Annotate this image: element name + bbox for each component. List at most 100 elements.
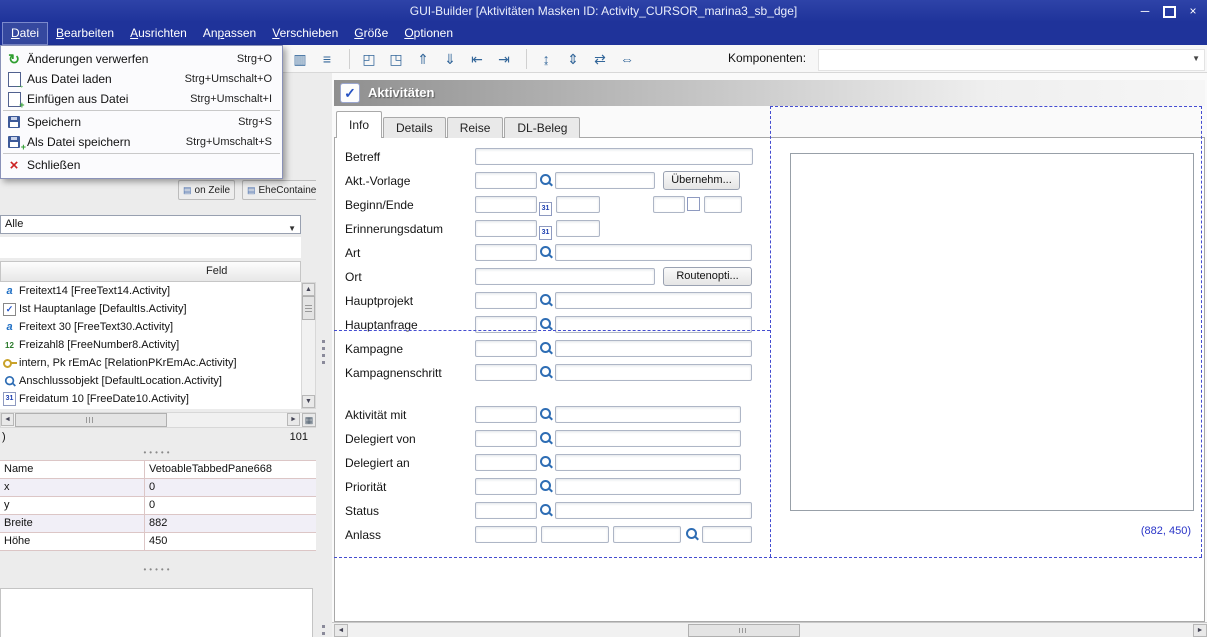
list-item[interactable]: intern, Pk rEmAc [RelationPKrEmAc.Activi… [0,354,301,372]
grid-toggle-button[interactable] [302,413,316,427]
hauptprojekt-code-input[interactable] [475,292,537,309]
minimize-button[interactable]: ─ [1135,2,1155,20]
columns-icon[interactable]: ▥ [288,48,312,70]
aktivitaet-mit-text-input[interactable] [555,406,741,423]
anlass-input-3[interactable] [613,526,681,543]
snap-top-left-icon[interactable]: ◰ [357,48,381,70]
splitter-handle[interactable]: ••••• [0,565,316,574]
kampagne-text-input[interactable] [555,340,752,357]
kampagne-code-input[interactable] [475,340,537,357]
anlass-code-input[interactable] [475,526,537,543]
delegiert-von-code-input[interactable] [475,430,537,447]
komponenten-combobox[interactable] [818,49,1205,71]
hauptprojekt-lookup-button[interactable] [539,293,554,309]
status-text-input[interactable] [555,502,752,519]
akt-vorlage-lookup-button[interactable] [539,173,554,189]
resize-height-icon[interactable]: ↨ [534,48,558,70]
ende-time-input[interactable] [704,196,742,213]
move-up-icon[interactable]: ⇑ [411,48,435,70]
uebernehmen-button[interactable]: Übernehm... [663,171,740,190]
equal-height-icon[interactable]: ⇕ [561,48,585,70]
aktivitaet-mit-code-input[interactable] [475,406,537,423]
field-filter-combobox[interactable]: Alle [0,215,301,234]
property-value[interactable]: 0 [145,497,316,514]
field-search-input[interactable] [0,237,301,258]
menu-item-aenderungen-verwerfen[interactable]: Änderungen verwerfen Strg+O [1,49,282,69]
erinnerung-time-input[interactable] [556,220,600,237]
kampagne-lookup-button[interactable] [539,341,554,357]
list-item[interactable]: 12Freizahl8 [FreeNumber8.Activity] [0,336,301,354]
delegiert-an-code-input[interactable] [475,454,537,471]
art-code-input[interactable] [475,244,537,261]
akt-vorlage-text-input[interactable] [555,172,655,189]
kampagnenschritt-code-input[interactable] [475,364,537,381]
delegiert-an-text-input[interactable] [555,454,741,471]
kampagnenschritt-text-input[interactable] [555,364,752,381]
maximize-button[interactable] [1159,2,1179,20]
menu-datei[interactable]: Datei [2,22,48,45]
menu-groesse[interactable]: Größe [346,22,396,45]
art-lookup-button[interactable] [539,245,554,261]
tab-reise[interactable]: Reise [447,117,504,138]
list-item[interactable]: aFreitext14 [FreeText14.Activity] [0,282,301,300]
list-item[interactable]: aFreitext 30 [FreeText30.Activity] [0,318,301,336]
prioritaet-lookup-button[interactable] [539,479,554,495]
beginn-time-input[interactable] [556,196,600,213]
beginn-date-input[interactable] [475,196,537,213]
erinnerung-date-input[interactable] [475,220,537,237]
menu-item-speichern[interactable]: Speichern Strg+S [1,112,282,132]
art-text-input[interactable] [555,244,752,261]
beginn-calendar-button[interactable]: 31 [539,197,554,212]
anlass-input-4[interactable] [702,526,752,543]
property-value[interactable]: 882 [145,515,316,532]
menu-item-als-datei-speichern[interactable]: + Als Datei speichern Strg+Umschalt+S [1,132,282,152]
panel-splitter[interactable] [316,73,332,637]
splitter-handle[interactable]: ••••• [0,448,316,457]
field-list-vertical-scrollbar[interactable] [301,282,316,409]
notes-panel[interactable] [0,588,313,637]
container-toggle-button[interactable]: EheContainer [242,180,325,200]
kampagnenschritt-lookup-button[interactable] [539,365,554,381]
menu-verschieben[interactable]: Verschieben [264,22,346,45]
equal-width-icon[interactable]: ⇔ [615,48,639,70]
status-lookup-button[interactable] [539,503,554,519]
scroll-right-button[interactable] [287,413,300,426]
list-item[interactable]: Anschlussobjekt [DefaultLocation.Activit… [0,372,301,390]
scrollbar-thumb[interactable] [15,413,167,427]
menu-item-einfuegen-aus-datei[interactable]: + Einfügen aus Datei Strg+Umschalt+I [1,89,282,109]
scroll-left-button[interactable] [1,413,14,426]
ort-input[interactable] [475,268,655,285]
scroll-up-button[interactable] [302,283,315,296]
hauptprojekt-text-input[interactable] [555,292,752,309]
zeile-toggle-button[interactable]: on Zeile [178,180,235,200]
tab-info[interactable]: Info [336,111,382,138]
property-value[interactable]: 0 [145,479,316,496]
routenoptimierung-button[interactable]: Routenopti... [663,267,752,286]
scrollbar-thumb[interactable] [302,296,315,320]
menu-anpassen[interactable]: Anpassen [195,22,264,45]
close-button[interactable]: × [1183,2,1203,20]
prioritaet-text-input[interactable] [555,478,741,495]
delegiert-von-lookup-button[interactable] [539,431,554,447]
splitter-grip[interactable] [322,340,325,366]
menu-optionen[interactable]: Optionen [396,22,461,45]
anlass-input-2[interactable] [541,526,609,543]
rows-icon[interactable]: ≡ [315,48,339,70]
delegiert-an-lookup-button[interactable] [539,455,554,471]
tab-dl-beleg[interactable]: DL-Beleg [504,117,580,138]
status-code-input[interactable] [475,502,537,519]
list-item[interactable]: 31Freidatum 10 [FreeDate10.Activity] [0,390,301,408]
akt-vorlage-code-input[interactable] [475,172,537,189]
feld-column-header[interactable]: Feld [0,261,301,282]
scroll-down-button[interactable] [302,395,315,408]
field-list-horizontal-scrollbar[interactable] [0,412,316,428]
erinnerung-calendar-button[interactable]: 31 [539,221,554,236]
property-value[interactable]: 450 [145,533,316,550]
prioritaet-code-input[interactable] [475,478,537,495]
menu-ausrichten[interactable]: Ausrichten [122,22,195,45]
list-item[interactable]: Ist Hauptanlage [DefaultIs.Activity] [0,300,301,318]
resize-width-icon[interactable]: ⇄ [588,48,612,70]
aktivitaet-mit-lookup-button[interactable] [539,407,554,423]
snap-top-right-icon[interactable]: ◳ [384,48,408,70]
tab-details[interactable]: Details [383,117,446,138]
